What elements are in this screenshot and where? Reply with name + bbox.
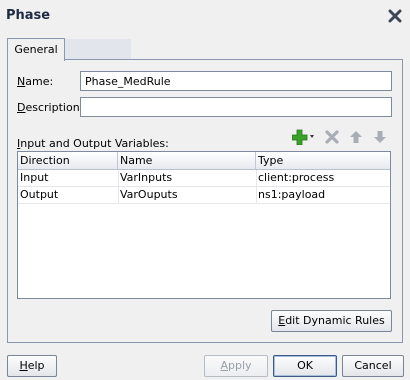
table-row[interactable]: Output VarOuputs ns1:payload <box>18 187 390 204</box>
column-divider <box>256 170 257 204</box>
tab-strip-filler <box>65 39 131 59</box>
type-cell: client:process <box>258 171 335 184</box>
move-down-icon[interactable] <box>372 129 388 145</box>
table-row[interactable]: Input VarInputs client:process <box>18 170 390 187</box>
column-header-direction[interactable]: Direction <box>18 152 118 170</box>
delete-icon[interactable] <box>324 129 340 145</box>
description-field[interactable] <box>80 97 392 117</box>
close-icon[interactable] <box>388 9 402 23</box>
name-label: Name: <box>17 75 54 88</box>
direction-cell: Input <box>20 171 49 184</box>
name-field[interactable] <box>80 71 392 91</box>
name-cell: VarInputs <box>120 171 173 184</box>
column-header-type[interactable]: Type <box>256 152 390 170</box>
name-cell: VarOuputs <box>120 188 178 201</box>
column-divider <box>118 170 119 204</box>
move-up-icon[interactable] <box>348 129 364 145</box>
dialog-title: Phase <box>6 8 51 23</box>
table-header: Direction Name Type <box>18 152 390 170</box>
direction-cell: Output <box>20 188 59 201</box>
ok-button[interactable]: OK <box>273 355 337 377</box>
description-label: Description: <box>17 101 84 114</box>
column-header-name[interactable]: Name <box>118 152 256 170</box>
variables-table: Direction Name Type Input VarInputs clie… <box>17 151 391 299</box>
variables-section-label: Input and Output Variables: <box>17 137 169 150</box>
tab-strip: General <box>7 38 397 61</box>
type-cell: ns1:payload <box>258 188 326 201</box>
apply-button[interactable]: Apply <box>204 355 268 377</box>
tab-general[interactable]: General <box>7 38 65 61</box>
cancel-button[interactable]: Cancel <box>342 355 404 377</box>
add-icon[interactable] <box>292 129 316 145</box>
help-button[interactable]: Help <box>7 355 57 377</box>
edit-dynamic-rules-button[interactable]: Edit Dynamic Rules <box>271 310 392 332</box>
